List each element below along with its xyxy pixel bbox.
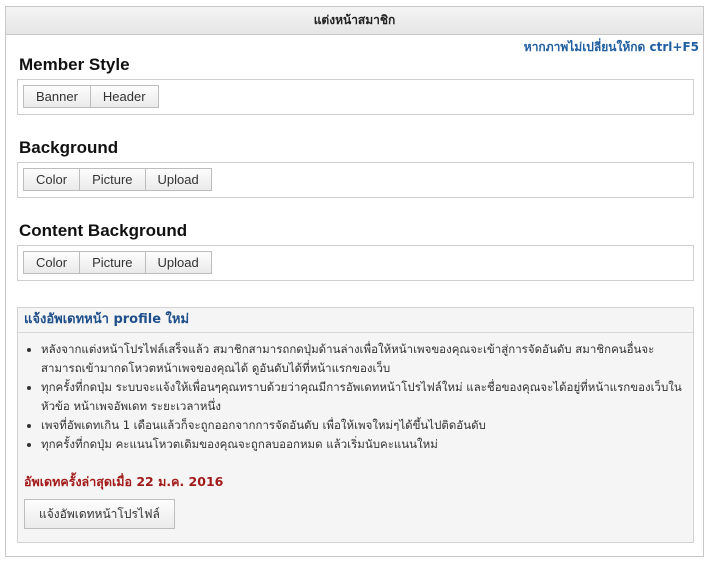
refresh-hint: หากภาพไม่เปลี่ยนให้กด ctrl+F5 — [523, 40, 699, 54]
section-title-content-background: Content Background — [19, 221, 188, 240]
profile-decorate-panel: แต่งหน้าสมาชิก หากภาพไม่เปลี่ยนให้กด ctr… — [5, 6, 704, 557]
notice-item: เพจที่อัพเดทเกิน 1 เดือนแล้วก็จะถูกออกจา… — [41, 416, 693, 435]
content-background-picture-button[interactable]: Picture — [79, 251, 146, 274]
background-color-button[interactable]: Color — [23, 168, 81, 191]
notify-update-button[interactable]: แจ้งอัพเดทหน้าโปรไฟล์ — [24, 499, 175, 529]
header-button[interactable]: Header — [89, 85, 159, 108]
content-background-color-button[interactable]: Color — [23, 251, 81, 274]
content-background-upload-button[interactable]: Upload — [144, 251, 212, 274]
notice-title: แจ้งอัพเดทหน้า profile ใหม่ — [18, 308, 693, 333]
panel-title: แต่งหน้าสมาชิก — [6, 7, 703, 35]
background-picture-button[interactable]: Picture — [79, 168, 146, 191]
notice-item: หลังจากแต่งหน้าโปรไฟล์เสร็จแล้ว สมาชิกสา… — [41, 340, 693, 378]
notice-item: ทุกครั้งที่กดปุ่ม ระบบจะแจ้งให้เพื่อนๆคุ… — [41, 378, 693, 416]
last-updated-text: อัพเดทครั้งล่าสุดเมื่อ 22 ม.ค. 2016 — [24, 474, 224, 489]
notice-list: หลังจากแต่งหน้าโปรไฟล์เสร็จแล้ว สมาชิกสา… — [18, 340, 693, 454]
member-style-button-bar: Banner Header — [17, 79, 694, 115]
banner-button[interactable]: Banner — [23, 85, 91, 108]
background-upload-button[interactable]: Upload — [144, 168, 212, 191]
profile-update-notice: แจ้งอัพเดทหน้า profile ใหม่ หลังจากแต่งห… — [17, 307, 694, 543]
section-title-member-style: Member Style — [19, 55, 130, 74]
background-button-bar: Color Picture Upload — [17, 162, 694, 198]
section-title-background: Background — [19, 138, 119, 157]
notice-item: ทุกครั้งที่กดปุ่ม คะแนนโหวตเดิมของคุณจะถ… — [41, 435, 693, 454]
content-background-button-bar: Color Picture Upload — [17, 245, 694, 281]
